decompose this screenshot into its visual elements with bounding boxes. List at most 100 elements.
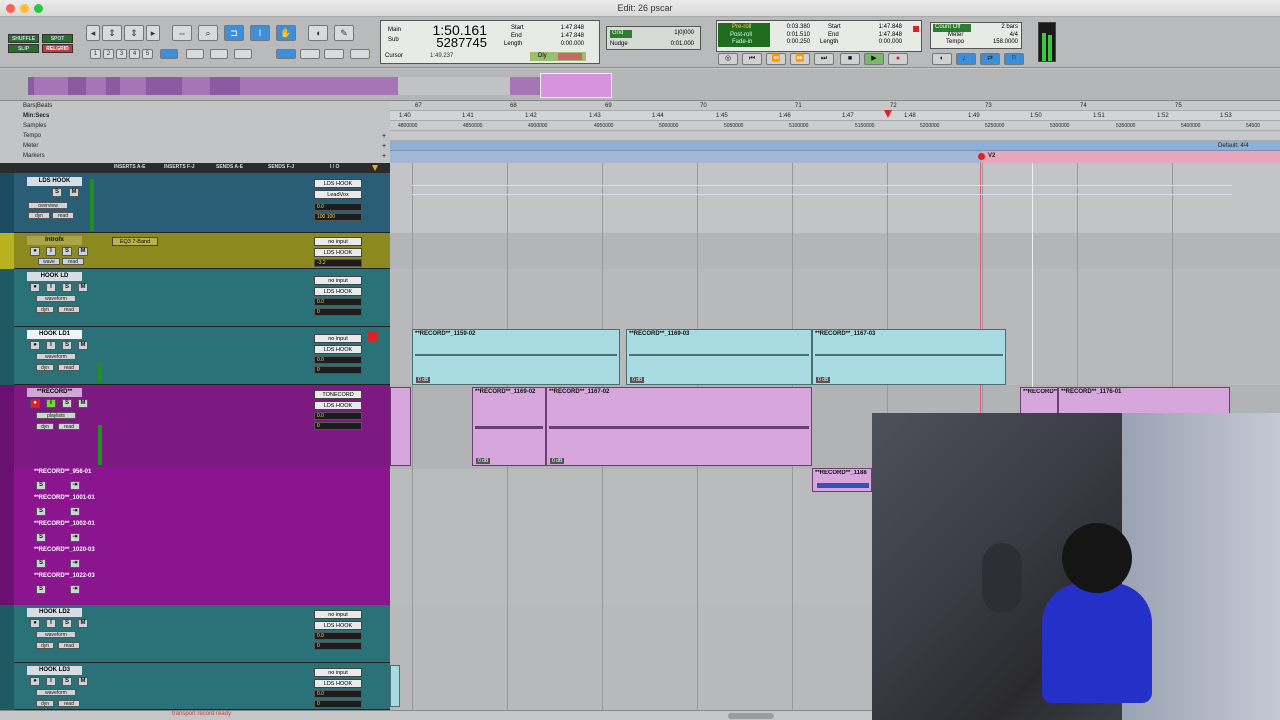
transport-end-value[interactable]: 1:47.848	[858, 32, 902, 38]
return-to-zero-icon[interactable]: ⏮	[742, 53, 762, 65]
midi-merge-icon[interactable]: ⇄	[980, 53, 1000, 65]
automation-mode[interactable]: read	[58, 423, 80, 430]
playlist-name[interactable]: **RECORD**_956-01	[34, 469, 91, 475]
input-select[interactable]: no input	[314, 334, 362, 343]
insertion-follows-icon[interactable]	[234, 49, 252, 59]
solo-button[interactable]: S	[62, 677, 72, 686]
pan-value[interactable]: 0	[314, 308, 362, 316]
solo-button[interactable]: S	[62, 341, 72, 350]
fadein-label[interactable]: Fade-in	[732, 39, 752, 45]
volume-value[interactable]: 0.0	[314, 412, 362, 420]
playlist-solo-button[interactable]: S	[36, 585, 46, 594]
tempo-value[interactable]: 158.0000	[978, 39, 1018, 45]
meter-ruler[interactable]	[390, 141, 1280, 151]
wait-for-note-icon[interactable]: ◐	[932, 53, 952, 65]
track-name[interactable]: HOOK LD1	[27, 330, 82, 339]
bars-ruler[interactable]	[390, 101, 1280, 111]
mute-button[interactable]: M	[78, 247, 88, 256]
add-marker-icon[interactable]: +	[382, 153, 386, 160]
audio-clip[interactable]: **RECORD**_1169	[1020, 387, 1058, 415]
timeline-rulers[interactable]: 67 68 69 70 71 72 73 74 75 1:40 1:41 1:4…	[390, 101, 1280, 163]
volume-value[interactable]: 0.0	[314, 632, 362, 640]
input-select[interactable]: no input	[314, 668, 362, 677]
pan-value[interactable]: 0	[314, 422, 362, 430]
output-select[interactable]: LDS HOOK	[314, 345, 362, 354]
dyn-button[interactable]: dyn	[36, 423, 54, 430]
record-arm-indicator[interactable]	[913, 26, 919, 32]
zoom-preset-2[interactable]: 2	[103, 49, 114, 59]
dyn-button[interactable]: dyn	[36, 642, 54, 649]
col-sends-fj[interactable]: SENDS F-J	[268, 164, 294, 170]
track-name[interactable]: **RECORD**	[27, 388, 82, 397]
zoom-preset-4[interactable]: 4	[129, 49, 140, 59]
slip-mode-button[interactable]: SLIP	[8, 44, 39, 53]
fast-forward-icon[interactable]: ⏩	[790, 53, 810, 65]
grid-label[interactable]: Grid	[610, 30, 632, 38]
playlist-name[interactable]: **RECORD**_1002-01	[34, 521, 95, 527]
add-meter-icon[interactable]: +	[382, 143, 386, 150]
playlist-copy-icon[interactable]: ⇥	[70, 481, 80, 490]
record-arm-button[interactable]: ●	[30, 341, 40, 350]
clip-gain[interactable]: 0 dB	[550, 458, 565, 464]
track-view-select[interactable]: overview	[28, 202, 68, 209]
scrubber-icon[interactable]: ◖	[308, 25, 328, 41]
volume-value[interactable]: 0.0	[314, 298, 362, 306]
volume-value[interactable]: 0.0	[314, 356, 362, 364]
tempo-ruler[interactable]	[390, 131, 1280, 141]
insert-slot[interactable]: EQ3 7-Band	[112, 237, 158, 246]
record-icon[interactable]: ●	[888, 53, 908, 65]
col-inserts-fj[interactable]: INSERTS F-J	[164, 164, 195, 170]
audio-clip[interactable]: **RECORD**_1169-03 0 dB	[626, 329, 812, 385]
input-select[interactable]: no input	[314, 276, 362, 285]
automation-mode[interactable]: read	[58, 642, 80, 649]
audio-clip[interactable]	[390, 387, 411, 466]
spot-mode-button[interactable]: SPOT	[42, 34, 73, 43]
clip-gain[interactable]: 0 dB	[630, 377, 645, 383]
playlist-copy-icon[interactable]: ⇥	[70, 559, 80, 568]
metronome-icon[interactable]: ♩	[956, 53, 976, 65]
clip-gain[interactable]: 0 dB	[816, 377, 831, 383]
header-triangle-icon[interactable]	[372, 165, 378, 171]
input-select[interactable]: no input	[314, 610, 362, 619]
go-to-end-icon[interactable]: ⏭	[814, 53, 834, 65]
automation-mode[interactable]: read	[58, 364, 80, 371]
postroll-label[interactable]: Post-roll	[730, 32, 752, 38]
volume-value[interactable]: -3.2	[314, 259, 362, 267]
track-view-select[interactable]: waveform	[36, 689, 76, 696]
tab-to-transient-icon[interactable]	[186, 49, 204, 59]
dyn-button[interactable]: dyn	[36, 700, 54, 707]
playlist-solo-button[interactable]: S	[36, 533, 46, 542]
track-name[interactable]: HOOK LD3	[27, 666, 82, 675]
dyn-button[interactable]: dyn	[36, 306, 54, 313]
audio-clip[interactable]: **RECORD**_1176-01	[1058, 387, 1230, 415]
output-select[interactable]: LDS HOOK	[314, 287, 362, 296]
output-select[interactable]: LDS HOOK	[314, 679, 362, 688]
track-view-select[interactable]: playlists	[36, 412, 76, 419]
input-monitor-button[interactable]: I	[46, 283, 56, 292]
record-arm-button[interactable]: ●	[30, 677, 40, 686]
clip-gain[interactable]: 0 dB	[476, 458, 491, 464]
selection-end-value[interactable]: 1:47.848	[540, 33, 584, 39]
record-arm-button[interactable]: ●	[30, 283, 40, 292]
nudge-label[interactable]: Nudge	[610, 41, 628, 47]
automation-mode[interactable]: read	[58, 306, 80, 313]
zoom-preset-5[interactable]: 5	[142, 49, 153, 59]
solo-button[interactable]: S	[62, 619, 72, 628]
grid-mode-button[interactable]: RELGRID	[42, 44, 73, 53]
online-icon[interactable]: ◎	[718, 53, 738, 65]
midi-zoom-icon[interactable]: ⇕	[124, 25, 144, 41]
track-view-select[interactable]: wave	[38, 258, 60, 265]
zoom-in-icon[interactable]: ▸	[146, 25, 160, 41]
playlist-name[interactable]: **RECORD**_1020-03	[34, 547, 95, 553]
record-arm-button[interactable]: ●	[30, 619, 40, 628]
meter-default[interactable]: Default: 4/4	[1218, 143, 1249, 149]
automation-mode[interactable]: read	[58, 700, 80, 707]
record-arm-button[interactable]: ●	[30, 399, 40, 408]
zoom-preset-1[interactable]: 1	[90, 49, 101, 59]
selector-tool-icon[interactable]: I	[250, 25, 270, 41]
selection-length-value[interactable]: 0:00.000	[540, 41, 584, 47]
col-io[interactable]: I / O	[330, 164, 339, 170]
input-select[interactable]: LDS HOOK	[314, 179, 362, 188]
playlist-name[interactable]: **RECORD**_1022-03	[34, 573, 95, 579]
playlist-name[interactable]: **RECORD**_1001-01	[34, 495, 95, 501]
